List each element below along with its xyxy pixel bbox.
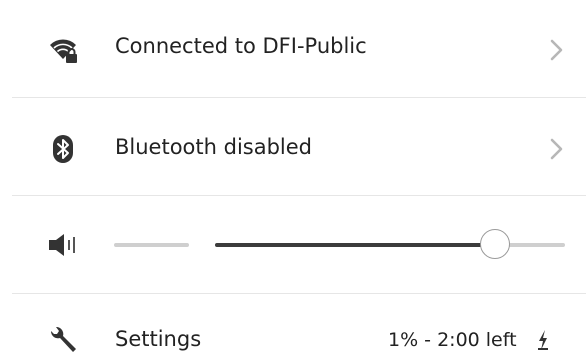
chevron-right-icon[interactable] xyxy=(546,135,566,163)
volume-mute-track[interactable] xyxy=(114,243,189,247)
chevron-right-icon[interactable] xyxy=(546,36,566,64)
network-row[interactable]: Connected to DFI-Public xyxy=(0,0,586,98)
bluetooth-label: Bluetooth disabled xyxy=(115,135,313,159)
volume-row xyxy=(0,196,586,294)
speaker-icon[interactable] xyxy=(47,229,79,261)
battery-status: 1% - 2:00 left xyxy=(388,329,517,351)
wrench-icon[interactable] xyxy=(47,324,79,356)
volume-slider-filled xyxy=(215,243,495,247)
wifi-locked-icon xyxy=(50,39,77,63)
bluetooth-row[interactable]: Bluetooth disabled xyxy=(0,98,586,196)
system-tray-panel: Connected to DFI-Public Bluetooth disabl… xyxy=(0,0,586,360)
volume-slider-thumb[interactable] xyxy=(480,229,510,259)
footer-row: Settings 1% - 2:00 left xyxy=(0,294,586,360)
bluetooth-icon xyxy=(53,135,73,163)
network-label: Connected to DFI-Public xyxy=(115,34,367,58)
settings-button[interactable]: Settings xyxy=(115,325,201,353)
battery-charging-icon[interactable] xyxy=(536,328,550,352)
volume-slider[interactable] xyxy=(215,229,565,261)
